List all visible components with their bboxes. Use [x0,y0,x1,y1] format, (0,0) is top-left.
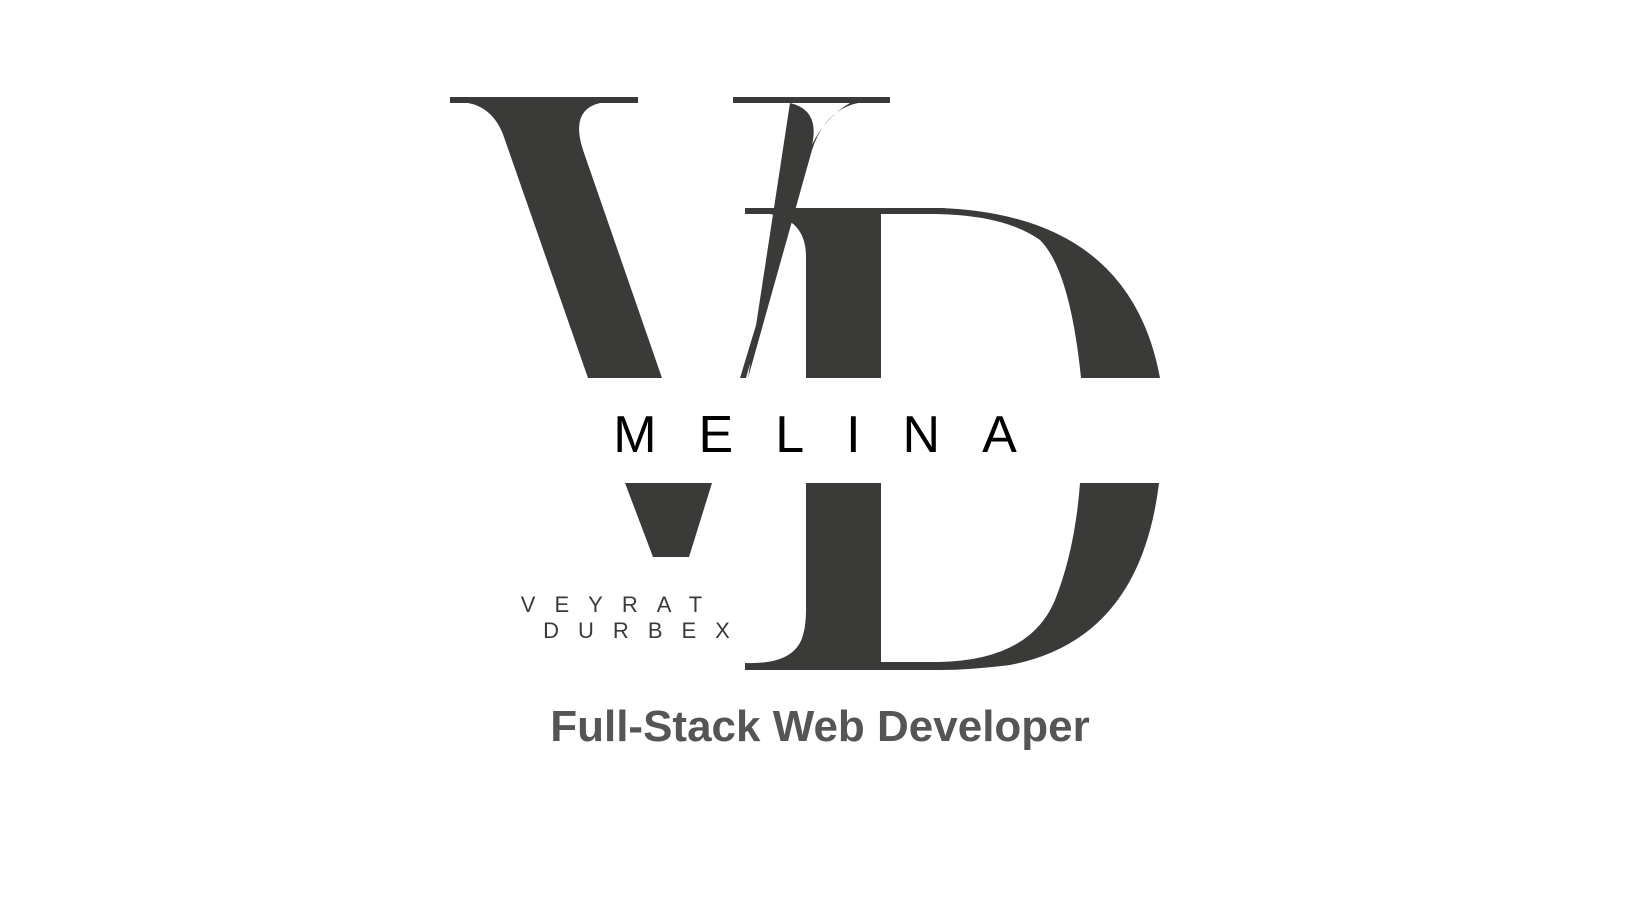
v-right-serif [733,97,890,103]
v-left-serif [450,97,638,103]
tagline-heading: Full-Stack Web Developer [550,702,1090,751]
d-upper-bowl [935,208,1160,378]
last-name-line1-text: VEYRAT [521,592,721,617]
page: MELINA VEYRAT DURBEX Full-Stack Web Deve… [0,0,1640,924]
v-lower-tip [625,483,712,557]
vd-monogram-logo: MELINA VEYRAT DURBEX [450,97,1160,670]
d-stem-lower [745,483,1159,670]
first-name-text: MELINA [613,406,1059,464]
last-name-line2-text: DURBEX [543,618,749,643]
d-top-serif [745,208,945,214]
v-left-stroke-upper [468,103,662,378]
